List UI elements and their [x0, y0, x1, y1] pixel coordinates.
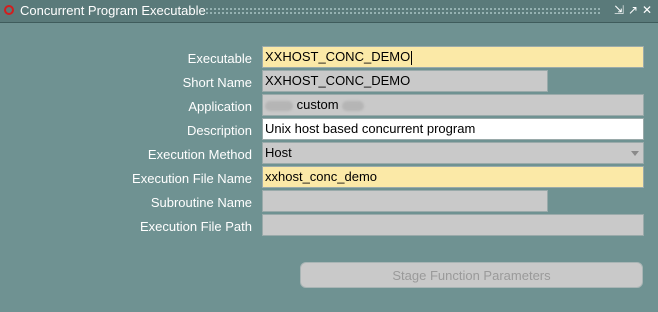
window-title: Concurrent Program Executable	[20, 3, 206, 18]
execution-method-select[interactable]: Host	[262, 142, 644, 164]
execution-method-label: Execution Method	[147, 147, 252, 162]
oracle-logo-icon	[4, 5, 14, 15]
close-icon[interactable]: ✕	[640, 3, 654, 17]
short-name-field[interactable]: XXHOST_CONC_DEMO	[262, 70, 548, 92]
application-field[interactable]: custom	[262, 94, 644, 116]
executable-value: XXHOST_CONC_DEMO	[265, 49, 411, 64]
executable-label: Executable	[187, 51, 252, 66]
execution-file-name-value: xxhost_conc_demo	[265, 169, 378, 184]
executable-field[interactable]: XXHOST_CONC_DEMO	[262, 46, 644, 68]
subroutine-name-label: Subroutine Name	[150, 195, 252, 210]
execution-file-path-label: Execution File Path	[139, 219, 252, 234]
title-bar-grip	[205, 7, 600, 16]
application-value: custom	[296, 97, 339, 112]
maximize-icon[interactable]: ↗	[626, 3, 640, 17]
stage-function-parameters-button[interactable]: Stage Function Parameters	[300, 262, 643, 288]
execution-file-path-field[interactable]	[262, 214, 644, 236]
description-field[interactable]: Unix host based concurrent program	[262, 118, 644, 140]
subroutine-name-field[interactable]	[262, 190, 548, 212]
execution-method-value: Host	[265, 145, 292, 160]
application-label: Application	[188, 99, 252, 114]
dropdown-arrow-icon[interactable]	[631, 151, 639, 156]
redacted-text	[342, 100, 365, 111]
title-bar[interactable]: Concurrent Program Executable ⇲ ↗ ✕	[0, 0, 658, 23]
redacted-text	[265, 100, 293, 111]
description-label: Description	[186, 123, 252, 138]
execution-file-name-label: Execution File Name	[132, 171, 252, 186]
description-value: Unix host based concurrent program	[265, 121, 476, 136]
short-name-value: XXHOST_CONC_DEMO	[265, 73, 411, 88]
minimize-icon[interactable]: ⇲	[612, 3, 626, 17]
concurrent-program-executable-window: Concurrent Program Executable ⇲ ↗ ✕ Exec…	[0, 0, 658, 312]
text-cursor	[411, 50, 413, 65]
execution-file-name-field[interactable]: xxhost_conc_demo	[262, 166, 644, 188]
short-name-label: Short Name	[182, 75, 252, 90]
